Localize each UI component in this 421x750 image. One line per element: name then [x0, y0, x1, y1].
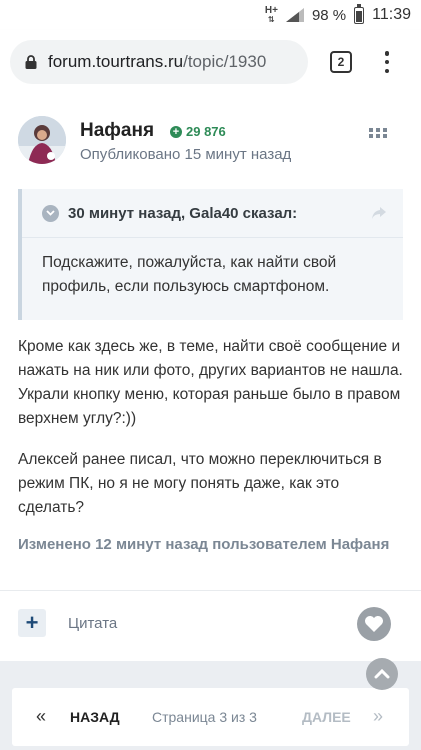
- battery-icon: [354, 3, 365, 24]
- multiquote-plus-button[interactable]: +: [18, 609, 46, 637]
- avatar-image: [18, 116, 66, 164]
- clock: 11:39: [372, 6, 411, 23]
- url-text: forum.tourtrans.ru/topic/1930: [48, 52, 266, 72]
- post-paragraph: Алексей ранее писал, что можно переключи…: [18, 451, 382, 516]
- prev-arrow-icon[interactable]: «: [36, 706, 46, 727]
- lock-icon: [25, 55, 37, 69]
- forum-page: Нафаня + 29 876 Опубликовано 15 минут на…: [0, 94, 421, 750]
- status-bar: H+ ⇅ 98 % 11:39: [0, 0, 421, 30]
- pagination: « НАЗАД Страница 3 из 3 ДАЛЕЕ »: [12, 688, 409, 746]
- chevron-down-icon[interactable]: [42, 204, 59, 222]
- next-page-button[interactable]: ДАЛЕЕ: [302, 709, 351, 725]
- quote-header[interactable]: 30 минут назад, Gala40 сказал:: [22, 189, 403, 238]
- quote-block: 30 минут назад, Gala40 сказал: Подскажит…: [18, 189, 403, 320]
- network-type: H+ ⇅: [264, 5, 278, 25]
- quote-text: Подскажите, пожалуйста, как найти свой п…: [42, 254, 337, 295]
- chevron-up-icon: [374, 669, 390, 679]
- menu-dot: [384, 68, 390, 73]
- reputation-badge: + 29 876: [170, 124, 226, 139]
- like-button[interactable]: [357, 607, 391, 641]
- tab-switcher-button[interactable]: 2: [330, 51, 352, 73]
- page-indicator[interactable]: Страница 3 из 3: [152, 709, 257, 725]
- plus-circle-icon: +: [170, 125, 182, 138]
- browser-menu-button[interactable]: [380, 49, 394, 75]
- scroll-to-top-button[interactable]: [366, 658, 398, 690]
- more-options-icon[interactable]: [369, 128, 387, 138]
- post-header: Нафаня + 29 876 Опубликовано 15 минут на…: [18, 116, 413, 176]
- signal-icon: [285, 8, 304, 22]
- avatar[interactable]: [18, 116, 66, 164]
- post-paragraph: Кроме как здесь же, в теме, найти своё с…: [18, 338, 403, 427]
- reputation-value: 29 876: [186, 124, 226, 139]
- browser-toolbar: forum.tourtrans.ru/topic/1930 2: [0, 30, 421, 94]
- post-actions: + Цитата: [0, 591, 421, 661]
- battery-percent: 98 %: [311, 6, 347, 24]
- published-time[interactable]: Опубликовано 15 минут назад: [80, 146, 291, 163]
- quote-title: 30 минут назад, Gala40 сказал:: [68, 204, 298, 222]
- next-arrow-icon[interactable]: »: [373, 706, 383, 727]
- url-host: forum.tourtrans.ru: [48, 52, 184, 71]
- quote-button[interactable]: Цитата: [68, 615, 117, 632]
- author-name[interactable]: Нафаня: [80, 120, 154, 142]
- menu-dot: [384, 59, 390, 65]
- share-arrow-icon[interactable]: [371, 206, 387, 220]
- heart-icon: [365, 616, 383, 632]
- address-bar[interactable]: forum.tourtrans.ru/topic/1930: [10, 40, 308, 84]
- prev-page-button[interactable]: НАЗАД: [70, 709, 120, 725]
- url-path: /topic/1930: [183, 52, 267, 71]
- edited-note: Изменено 12 минут назад пользователем На…: [18, 536, 390, 553]
- menu-dot: [384, 51, 390, 56]
